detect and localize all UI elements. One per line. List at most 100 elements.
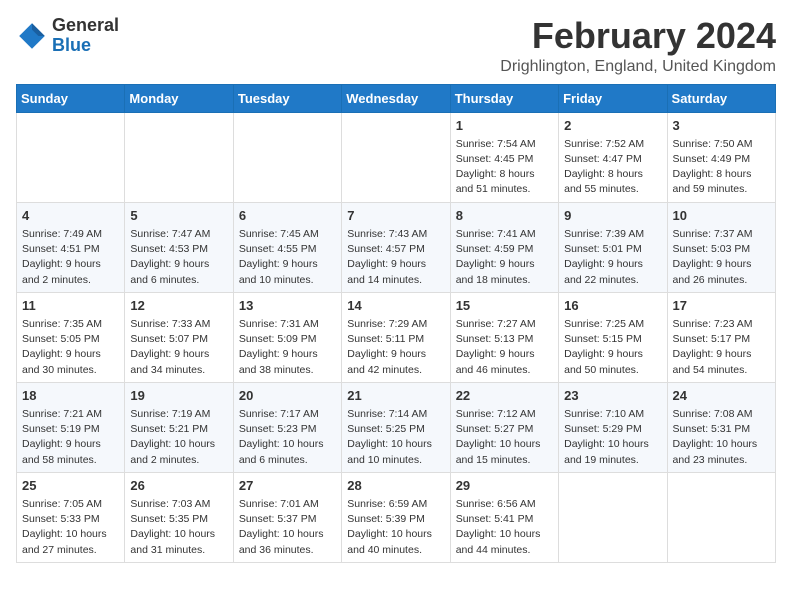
day-info: Sunrise: 7:10 AMSunset: 5:29 PMDaylight:… (564, 407, 661, 468)
day-number: 10 (673, 207, 770, 225)
calendar-cell: 23 Sunrise: 7:10 AMSunset: 5:29 PMDayligh… (559, 382, 667, 472)
page-header: General Blue February 2024 Drighlington,… (16, 16, 776, 76)
day-number: 17 (673, 297, 770, 315)
calendar-header-row: SundayMondayTuesdayWednesdayThursdayFrid… (17, 84, 776, 112)
logo: General Blue (16, 16, 119, 56)
calendar-cell (667, 472, 775, 562)
calendar-cell: 24Sunrise: 7:08 AMSunset: 5:31 PMDayligh… (667, 382, 775, 472)
day-info: Sunrise: 7:41 AMSunset: 4:59 PMDaylight:… (456, 227, 553, 288)
title-block: February 2024 Drighlington, England, Uni… (500, 16, 776, 76)
day-number: 14 (347, 297, 444, 315)
calendar-cell (125, 112, 233, 202)
day-number: 3 (673, 117, 770, 135)
day-info: Sunrise: 7:12 AMSunset: 5:27 PMDaylight:… (456, 407, 553, 468)
calendar-cell: 27 Sunrise: 7:01 AMSunset: 5:37 PMDayligh… (233, 472, 341, 562)
calendar-header-cell: Friday (559, 84, 667, 112)
day-number: 22 (456, 387, 553, 405)
day-number: 16 (564, 297, 661, 315)
day-number: 28 (347, 477, 444, 495)
day-number: 23 (564, 387, 661, 405)
calendar-cell (233, 112, 341, 202)
day-info: Sunrise: 7:43 AMSunset: 4:57 PMDaylight:… (347, 227, 444, 288)
calendar-cell: 1 Sunrise: 7:54 AMSunset: 4:45 PMDaylight… (450, 112, 558, 202)
calendar-cell: 5Sunrise: 7:47 AMSunset: 4:53 PMDaylight… (125, 202, 233, 292)
calendar-header-cell: Sunday (17, 84, 125, 112)
calendar-cell: 15 Sunrise: 7:27 AMSunset: 5:13 PMDayligh… (450, 292, 558, 382)
calendar-cell: 14 Sunrise: 7:29 AMSunset: 5:11 PMDayligh… (342, 292, 450, 382)
day-number: 24 (673, 387, 770, 405)
day-number: 8 (456, 207, 553, 225)
calendar-week-row: 1 Sunrise: 7:54 AMSunset: 4:45 PMDaylight… (17, 112, 776, 202)
day-info: Sunrise: 7:45 AMSunset: 4:55 PMDaylight:… (239, 227, 336, 288)
calendar-cell: 16 Sunrise: 7:25 AMSunset: 5:15 PMDayligh… (559, 292, 667, 382)
day-info: Sunrise: 7:33 AMSunset: 5:07 PMDaylight:… (130, 317, 227, 378)
calendar-cell: 11 Sunrise: 7:35 AMSunset: 5:05 PMDayligh… (17, 292, 125, 382)
day-info: Sunrise: 7:14 AMSunset: 5:25 PMDaylight:… (347, 407, 444, 468)
day-number: 15 (456, 297, 553, 315)
day-info: Sunrise: 7:49 AMSunset: 4:51 PMDaylight:… (22, 227, 119, 288)
day-info: Sunrise: 7:27 AMSunset: 5:13 PMDaylight:… (456, 317, 553, 378)
day-number: 6 (239, 207, 336, 225)
calendar-cell: 9Sunrise: 7:39 AMSunset: 5:01 PMDaylight… (559, 202, 667, 292)
calendar-cell: 4 Sunrise: 7:49 AMSunset: 4:51 PMDaylight… (17, 202, 125, 292)
location: Drighlington, England, United Kingdom (500, 58, 776, 76)
day-info: Sunrise: 7:52 AMSunset: 4:47 PMDaylight:… (564, 137, 661, 198)
day-number: 11 (22, 297, 119, 315)
calendar-cell: 22 Sunrise: 7:12 AMSunset: 5:27 PMDayligh… (450, 382, 558, 472)
calendar-header-cell: Saturday (667, 84, 775, 112)
day-info: Sunrise: 7:21 AMSunset: 5:19 PMDaylight:… (22, 407, 119, 468)
day-number: 20 (239, 387, 336, 405)
calendar-cell: 28 Sunrise: 6:59 AMSunset: 5:39 PMDayligh… (342, 472, 450, 562)
day-info: Sunrise: 7:05 AMSunset: 5:33 PMDaylight:… (22, 497, 119, 558)
calendar-cell: 25 Sunrise: 7:05 AMSunset: 5:33 PMDayligh… (17, 472, 125, 562)
logo-text: General Blue (52, 16, 119, 56)
logo-icon (16, 20, 48, 52)
calendar-cell: 7 Sunrise: 7:43 AMSunset: 4:57 PMDaylight… (342, 202, 450, 292)
day-info: Sunrise: 7:29 AMSunset: 5:11 PMDaylight:… (347, 317, 444, 378)
day-info: Sunrise: 7:37 AMSunset: 5:03 PMDaylight:… (673, 227, 770, 288)
day-number: 4 (22, 207, 119, 225)
calendar-cell: 13Sunrise: 7:31 AMSunset: 5:09 PMDayligh… (233, 292, 341, 382)
day-info: Sunrise: 6:56 AMSunset: 5:41 PMDaylight:… (456, 497, 553, 558)
day-number: 21 (347, 387, 444, 405)
calendar-cell: 20 Sunrise: 7:17 AMSunset: 5:23 PMDayligh… (233, 382, 341, 472)
calendar-cell: 10 Sunrise: 7:37 AMSunset: 5:03 PMDayligh… (667, 202, 775, 292)
calendar-cell: 19 Sunrise: 7:19 AMSunset: 5:21 PMDayligh… (125, 382, 233, 472)
day-number: 25 (22, 477, 119, 495)
calendar-cell: 18 Sunrise: 7:21 AMSunset: 5:19 PMDayligh… (17, 382, 125, 472)
day-number: 18 (22, 387, 119, 405)
calendar-cell (17, 112, 125, 202)
calendar-header-cell: Monday (125, 84, 233, 112)
day-number: 7 (347, 207, 444, 225)
calendar-week-row: 18 Sunrise: 7:21 AMSunset: 5:19 PMDayligh… (17, 382, 776, 472)
month-title: February 2024 (500, 16, 776, 56)
day-number: 12 (130, 297, 227, 315)
calendar-cell: 8 Sunrise: 7:41 AMSunset: 4:59 PMDaylight… (450, 202, 558, 292)
day-number: 9 (564, 207, 661, 225)
day-number: 1 (456, 117, 553, 135)
day-info: Sunrise: 7:50 AMSunset: 4:49 PMDaylight:… (673, 137, 770, 198)
calendar-cell: 26Sunrise: 7:03 AMSunset: 5:35 PMDayligh… (125, 472, 233, 562)
day-number: 29 (456, 477, 553, 495)
day-info: Sunrise: 7:19 AMSunset: 5:21 PMDaylight:… (130, 407, 227, 468)
day-info: Sunrise: 6:59 AMSunset: 5:39 PMDaylight:… (347, 497, 444, 558)
day-number: 27 (239, 477, 336, 495)
calendar-cell: 2 Sunrise: 7:52 AMSunset: 4:47 PMDaylight… (559, 112, 667, 202)
calendar-cell: 21 Sunrise: 7:14 AMSunset: 5:25 PMDayligh… (342, 382, 450, 472)
day-number: 2 (564, 117, 661, 135)
day-info: Sunrise: 7:25 AMSunset: 5:15 PMDaylight:… (564, 317, 661, 378)
calendar-body: 1 Sunrise: 7:54 AMSunset: 4:45 PMDaylight… (17, 112, 776, 562)
calendar-header-cell: Thursday (450, 84, 558, 112)
calendar-cell: 12 Sunrise: 7:33 AMSunset: 5:07 PMDayligh… (125, 292, 233, 382)
calendar-table: SundayMondayTuesdayWednesdayThursdayFrid… (16, 84, 776, 563)
day-info: Sunrise: 7:54 AMSunset: 4:45 PMDaylight:… (456, 137, 553, 198)
day-number: 13 (239, 297, 336, 315)
calendar-cell (559, 472, 667, 562)
day-number: 19 (130, 387, 227, 405)
calendar-week-row: 11 Sunrise: 7:35 AMSunset: 5:05 PMDayligh… (17, 292, 776, 382)
day-info: Sunrise: 7:17 AMSunset: 5:23 PMDaylight:… (239, 407, 336, 468)
day-info: Sunrise: 7:01 AMSunset: 5:37 PMDaylight:… (239, 497, 336, 558)
calendar-header-cell: Tuesday (233, 84, 341, 112)
day-info: Sunrise: 7:35 AMSunset: 5:05 PMDaylight:… (22, 317, 119, 378)
calendar-cell: 6 Sunrise: 7:45 AMSunset: 4:55 PMDaylight… (233, 202, 341, 292)
